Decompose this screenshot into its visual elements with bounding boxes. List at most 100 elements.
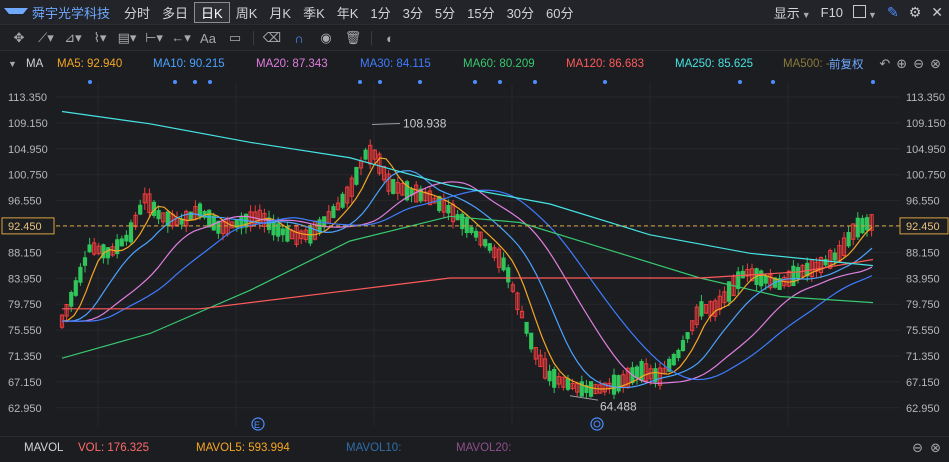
- candle-body: [207, 209, 212, 228]
- candle-body: [699, 301, 704, 317]
- tab-3min[interactable]: 3分: [397, 0, 429, 24]
- event-marker: [498, 80, 502, 84]
- right-price-label: 88.150: [906, 247, 940, 259]
- candle-body: [524, 321, 529, 334]
- candle-body: [565, 378, 571, 390]
- right-price-label: 113.350: [906, 92, 945, 104]
- tab-multi-day[interactable]: 多日: [156, 0, 194, 24]
- remove-icon[interactable]: ⊖: [913, 56, 924, 72]
- left-price-label: 104.950: [8, 144, 48, 156]
- channel-tool-icon[interactable]: ⊿▾: [62, 28, 84, 48]
- ma30-value: MA30: 84.115: [360, 58, 431, 70]
- candle-body: [634, 366, 640, 379]
- trash-icon[interactable]: 🗑: [342, 28, 364, 48]
- f10-button[interactable]: F10: [821, 5, 843, 20]
- chart-annotations: 108.938 64.488 E: [251, 116, 637, 431]
- collapse-icon[interactable]: ▼: [8, 59, 17, 69]
- square-icon: [853, 4, 867, 18]
- left-price-label: 100.750: [8, 170, 48, 182]
- text-tool-icon[interactable]: Aa: [197, 28, 219, 48]
- tab-yearly-k[interactable]: 年K: [331, 0, 365, 24]
- left-price-label: 62.950: [8, 403, 42, 415]
- toggle-icon[interactable]: ◐: [379, 28, 401, 48]
- undo-icon[interactable]: ↶: [879, 56, 890, 72]
- candle-body: [460, 213, 465, 230]
- left-price-label: 79.750: [8, 299, 42, 311]
- left-price-label: 113.350: [8, 92, 47, 104]
- display-dropdown[interactable]: 显示 ▼: [774, 3, 811, 22]
- event-marker: [358, 80, 362, 84]
- chart-canvas[interactable]: 113.350 113.350 109.150 109.150 104.950 104.9…: [0, 76, 949, 434]
- fibonacci-tool-icon[interactable]: ▤▾: [116, 28, 138, 48]
- vol-value: VOL: 176.325: [78, 442, 149, 454]
- layout-dropdown[interactable]: ▼: [853, 4, 877, 21]
- candle-body: [791, 265, 796, 287]
- left-price-label: 83.950: [8, 273, 42, 285]
- tab-15min[interactable]: 15分: [461, 0, 500, 24]
- tab-1min[interactable]: 1分: [364, 0, 396, 24]
- candle-body: [354, 166, 359, 185]
- tab-monthly-k[interactable]: 月K: [263, 0, 297, 24]
- tab-intraday[interactable]: 分时: [118, 0, 156, 24]
- mavol10-value: MAVOL10:: [346, 442, 402, 454]
- eraser-icon[interactable]: ⌫: [261, 28, 283, 48]
- candle-body: [87, 244, 92, 253]
- eye-icon[interactable]: ◉: [315, 28, 337, 48]
- tab-weekly-k[interactable]: 周K: [230, 0, 264, 24]
- price-axes: 113.350 113.350 109.150 109.150 104.950 104.9…: [1, 92, 949, 415]
- pen-icon[interactable]: ✎: [887, 4, 899, 21]
- candle-body: [685, 332, 690, 340]
- candle-body: [616, 375, 621, 392]
- event-marker: [378, 80, 382, 84]
- left-price-label: 67.150: [8, 377, 42, 389]
- ma500-value: MA500: --: [783, 58, 834, 70]
- chart-grid: [56, 84, 900, 426]
- current-price-left: 92.450: [8, 221, 42, 233]
- move-crosshair-icon[interactable]: ✥: [8, 28, 30, 48]
- tab-quarterly-k[interactable]: 季K: [297, 0, 331, 24]
- ma5-value: MA5: 92.940: [57, 58, 123, 70]
- event-marker: [738, 80, 742, 84]
- tab-60min[interactable]: 60分: [540, 0, 579, 24]
- candle-body: [437, 195, 442, 212]
- close-icon[interactable]: ⊗: [930, 440, 941, 456]
- close-icon[interactable]: ✕: [931, 4, 943, 21]
- candlestick-chart[interactable]: 113.350 113.350 109.150 109.150 104.950 104.9…: [0, 76, 949, 434]
- volume-indicator-name[interactable]: MAVOL: [24, 442, 63, 454]
- candle-body: [552, 368, 557, 388]
- candle-body: [138, 204, 143, 215]
- candle-body: [763, 275, 768, 284]
- tab-5min[interactable]: 5分: [429, 0, 461, 24]
- toolbar-divider: [371, 31, 372, 45]
- settings-icon[interactable]: ⚙: [909, 4, 922, 21]
- wave-tool-icon[interactable]: ⌇▾: [89, 28, 111, 48]
- magnet-icon[interactable]: ∩: [288, 28, 310, 48]
- settings-icon[interactable]: ⊖: [912, 440, 923, 456]
- add-icon[interactable]: ⊕: [896, 56, 907, 72]
- ma-indicator-name[interactable]: MA: [26, 58, 43, 70]
- adjust-mode[interactable]: 前复权: [829, 56, 864, 72]
- tab-daily-k[interactable]: 日K: [194, 1, 230, 23]
- event-icon: [590, 417, 604, 431]
- arrow-tool-icon[interactable]: ←▾: [170, 28, 192, 48]
- event-icon-inner: [593, 420, 601, 428]
- close-icon[interactable]: ⊗: [930, 56, 941, 72]
- event-marker: [208, 80, 212, 84]
- candle-body: [78, 266, 83, 283]
- candle-body: [280, 228, 285, 236]
- candle-body: [588, 381, 594, 397]
- stock-name[interactable]: 舜宇光学科技: [0, 3, 118, 22]
- ma250-value: MA250: 85.625: [675, 58, 754, 70]
- toolbar-divider: [253, 31, 254, 45]
- candle-body: [73, 280, 78, 296]
- line-tool-icon[interactable]: ⟋▾: [35, 28, 57, 48]
- candle-body: [864, 217, 870, 231]
- range-tool-icon[interactable]: ⊢▾: [143, 28, 165, 48]
- candle-body: [331, 206, 336, 219]
- ma20-line: [62, 181, 873, 384]
- right-price-label: 100.750: [906, 170, 946, 182]
- high-price-label: 108.938: [403, 116, 447, 130]
- comment-tool-icon[interactable]: ▭: [224, 28, 246, 48]
- right-price-label: 67.150: [906, 377, 940, 389]
- tab-30min[interactable]: 30分: [501, 0, 540, 24]
